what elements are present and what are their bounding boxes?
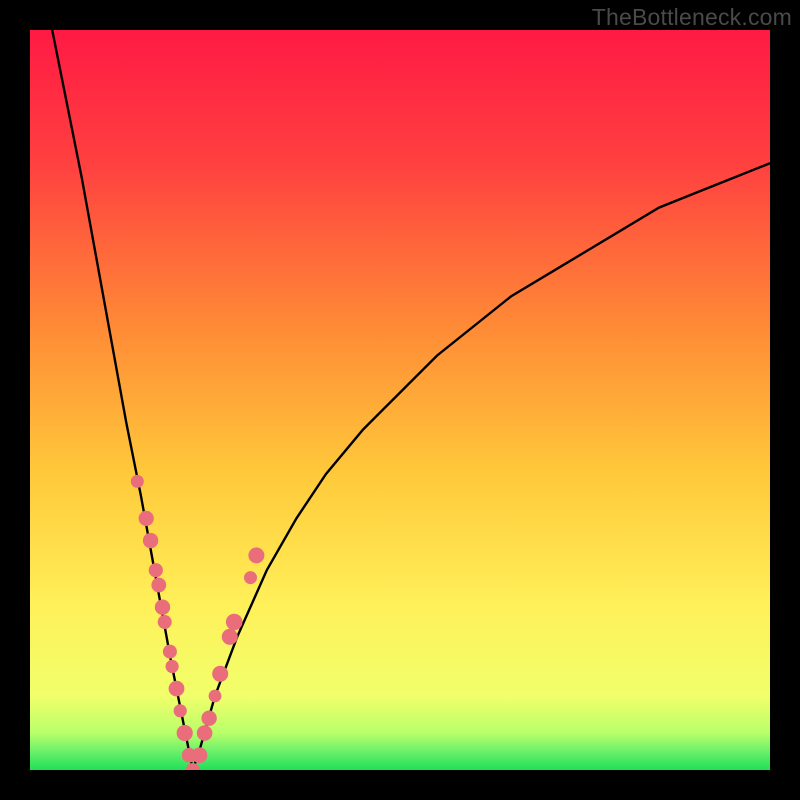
sample-dot [209,690,222,703]
watermark-text: TheBottleneck.com [592,4,792,31]
sample-dot [177,725,193,741]
sample-dot [143,533,158,548]
sample-dot [174,704,187,717]
sample-dot [226,614,243,631]
gradient-background [30,30,770,770]
outer-frame: TheBottleneck.com [0,0,800,800]
sample-dot [201,711,216,726]
chart-svg [30,30,770,770]
sample-dot [166,660,179,673]
sample-dot [151,578,166,593]
sample-dot [244,571,257,584]
sample-dot [139,511,154,526]
sample-dot [192,747,208,763]
sample-dot [163,645,177,659]
sample-dot [212,666,228,682]
sample-dot [222,629,238,645]
sample-dot [248,547,264,563]
sample-dot [158,615,172,629]
sample-dot [169,681,185,697]
sample-dot [197,725,213,741]
sample-dot [131,475,144,488]
plot-area [30,30,770,770]
sample-dot [155,600,170,615]
sample-dot [149,563,163,577]
